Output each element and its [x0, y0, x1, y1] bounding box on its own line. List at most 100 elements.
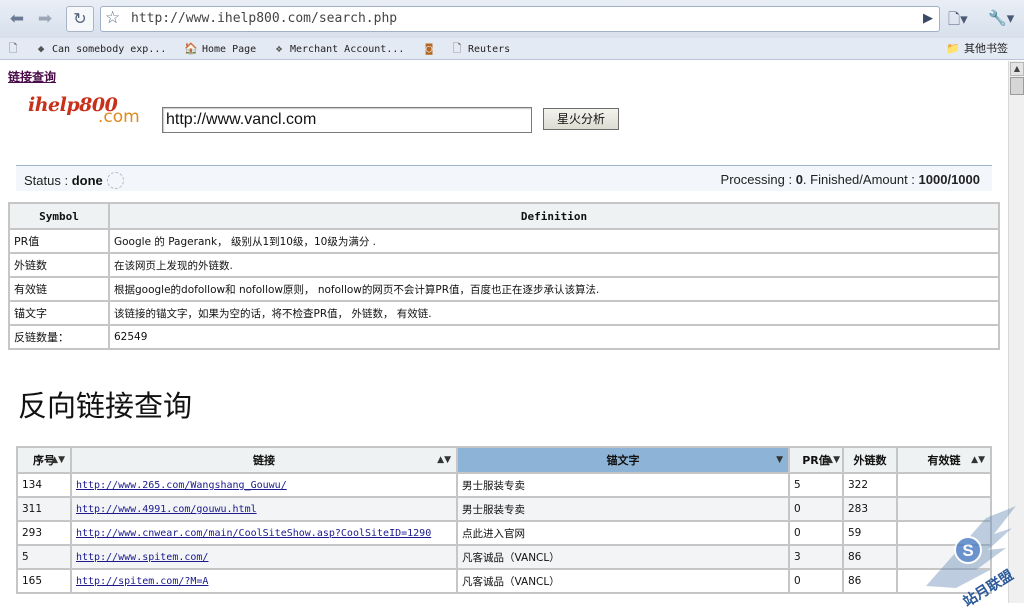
- row-outlinks: 86: [842, 544, 898, 570]
- backlink-url[interactable]: http://www.cnwear.com/main/CoolSiteShow.…: [76, 528, 431, 539]
- table-row: 5 http://www.spitem.com/ 凡客诚品（VANCL） 3 8…: [16, 544, 992, 570]
- go-icon[interactable]: ▶: [923, 11, 933, 26]
- finished-value: 1000/1000: [918, 172, 980, 187]
- sort-header-outlinks[interactable]: 外链数: [842, 446, 898, 474]
- backlink-url[interactable]: http://www.265.com/Wangshang_Gouwu/: [76, 480, 287, 491]
- sort-header-anchor[interactable]: 锚文字 ▼: [456, 446, 790, 474]
- row-pr: 0: [788, 496, 844, 522]
- table-row: 外链数 在该网页上发现的外链数.: [8, 252, 1000, 278]
- link-query-link[interactable]: 链接查询: [8, 68, 56, 85]
- forward-button[interactable]: ➡: [32, 7, 58, 31]
- page-icon: 🗋: [452, 42, 462, 55]
- table-row: 反链数量： 62549: [8, 324, 1000, 350]
- other-bookmarks[interactable]: 📁 其他书签: [946, 41, 1008, 57]
- backlink-url[interactable]: http://www.spitem.com/: [76, 552, 208, 563]
- tools-menu-button[interactable]: 🔧▾: [988, 9, 1014, 27]
- back-button[interactable]: ⬅: [4, 7, 30, 31]
- reload-button[interactable]: ↻: [66, 6, 94, 32]
- home-icon: 🏠: [184, 42, 198, 55]
- url-text[interactable]: http://www.ihelp800.com/search.php: [131, 11, 397, 26]
- symbol-table: Symbol Definition PR值 Google 的 Pagerank，…: [8, 202, 1000, 350]
- symbol-header: Symbol: [8, 202, 110, 230]
- backlinks-table: 序号 ▲▼ 链接 ▲▼ 锚文字 ▼ PR值 ▲▼ 外链数 有效链 ▲▼ 134 http:…: [16, 446, 992, 594]
- bookmark-item[interactable]: 🏠 Home Page: [184, 41, 256, 57]
- search-input[interactable]: [162, 107, 532, 133]
- row-anchor: 男士服装专卖: [456, 496, 790, 522]
- scroll-thumb[interactable]: [1010, 77, 1024, 95]
- row-id: 293: [16, 520, 72, 546]
- table-row: 311 http://www.4991.com/gouwu.html 男士服装专…: [16, 496, 992, 522]
- bookmark-item[interactable]: ◙: [422, 41, 440, 57]
- spinner-icon: [106, 172, 124, 189]
- bookmark-item[interactable]: ◆ Can somebody exp...: [34, 41, 167, 57]
- row-outlinks: 322: [842, 472, 898, 498]
- backlink-url[interactable]: http://spitem.com/?M=A: [76, 576, 208, 587]
- table-row: 锚文字 该链接的锚文字，如果为空的话，将不检查PR值， 外链数， 有效链.: [8, 300, 1000, 326]
- backlink-count: 62549: [108, 324, 1000, 350]
- definition-cell: 在该网页上发现的外链数.: [108, 252, 1000, 278]
- table-row: 有效链 根据google的dofollow和 nofollow原则， nofol…: [8, 276, 1000, 302]
- definition-cell: 该链接的锚文字，如果为空的话，将不检查PR值， 外链数， 有效链.: [108, 300, 1000, 326]
- sort-header-pr[interactable]: PR值 ▲▼: [788, 446, 844, 474]
- processing-value: 0: [795, 172, 803, 187]
- sort-header-valid[interactable]: 有效链 ▲▼: [896, 446, 992, 474]
- symbol-cell: 有效链: [8, 276, 110, 302]
- table-row: 293 http://www.cnwear.com/main/CoolSiteS…: [16, 520, 992, 546]
- row-id: 5: [16, 544, 72, 570]
- address-bar[interactable]: ☆ http://www.ihelp800.com/search.php ▶: [100, 6, 940, 32]
- page-icon: 🗋: [948, 10, 961, 28]
- row-outlinks: 283: [842, 496, 898, 522]
- page-menu-button[interactable]: 🗋▾: [948, 9, 968, 34]
- scroll-up-button[interactable]: ▲: [1010, 62, 1024, 76]
- reload-icon: ↻: [73, 9, 87, 28]
- row-valid: [896, 472, 992, 498]
- row-pr: 3: [788, 544, 844, 570]
- site-logo[interactable]: ihelp800 .com: [28, 94, 148, 134]
- definition-cell: 根据google的dofollow和 nofollow原则， nofollow的…: [108, 276, 1000, 302]
- symbol-cell: 反链数量：: [8, 324, 110, 350]
- status-bar: Status : done Processing : 0. Finished/A…: [16, 165, 992, 191]
- analyze-button[interactable]: 星火分析: [543, 108, 619, 130]
- definition-header: Definition: [108, 202, 1000, 230]
- sort-header-id[interactable]: 序号 ▲▼: [16, 446, 72, 474]
- row-id: 134: [16, 472, 72, 498]
- code-icon: ◆: [37, 42, 45, 55]
- row-outlinks: 86: [842, 568, 898, 594]
- row-anchor: 凡客诚品（VANCL）: [456, 544, 790, 570]
- bookmark-item[interactable]: ❖ Merchant Account...: [272, 41, 405, 57]
- sort-desc-icon: ▼: [776, 455, 783, 465]
- symbol-cell: 外链数: [8, 252, 110, 278]
- definition-cell: Google 的 Pagerank， 级别从1到10级，10级为满分 .: [108, 228, 1000, 254]
- folder-icon: 📁: [946, 42, 960, 55]
- row-id: 311: [16, 496, 72, 522]
- finished-label: . Finished/Amount :: [802, 172, 919, 187]
- arrow-up-icon: ▲: [1013, 64, 1021, 73]
- backlink-url[interactable]: http://www.4991.com/gouwu.html: [76, 504, 257, 515]
- bookmark-item[interactable]: 🗋: [6, 41, 24, 57]
- sort-icon: ▲▼: [971, 455, 985, 465]
- arrow-left-icon: ⬅: [9, 9, 25, 29]
- page-content: 链接查询 ihelp800 .com 星火分析 Status : done Pr…: [0, 61, 1008, 603]
- symbol-cell: 锚文字: [8, 300, 110, 326]
- section-title: 反向链接查询: [18, 389, 193, 423]
- symbol-cell: PR值: [8, 228, 110, 254]
- bookmark-item[interactable]: 🗋 Reuters: [450, 41, 511, 57]
- svg-text:S: S: [962, 541, 973, 560]
- browser-toolbar: ⬅ ➡ ↻ ☆ http://www.ihelp800.com/search.p…: [0, 0, 1024, 38]
- sort-header-link[interactable]: 链接 ▲▼: [70, 446, 458, 474]
- table-row: PR值 Google 的 Pagerank， 级别从1到10级，10级为满分 .: [8, 228, 1000, 254]
- sort-icon: ▲▼: [51, 455, 65, 465]
- sort-icon: ▲▼: [826, 455, 840, 465]
- row-anchor: 凡客诚品（VANCL）: [456, 568, 790, 594]
- row-pr: 0: [788, 568, 844, 594]
- star-icon[interactable]: ☆: [105, 8, 120, 28]
- processing-label: Processing :: [720, 172, 796, 187]
- bookmarks-bar: 🗋 ◆ Can somebody exp... 🏠 Home Page ❖ Merch…: [0, 38, 1024, 60]
- merchant-icon: ❖: [275, 42, 283, 55]
- feed-icon: ◙: [425, 42, 433, 55]
- row-pr: 0: [788, 520, 844, 546]
- row-id: 165: [16, 568, 72, 594]
- row-outlinks: 59: [842, 520, 898, 546]
- wrench-icon: 🔧: [988, 9, 1007, 27]
- status-label: Status :: [24, 173, 72, 188]
